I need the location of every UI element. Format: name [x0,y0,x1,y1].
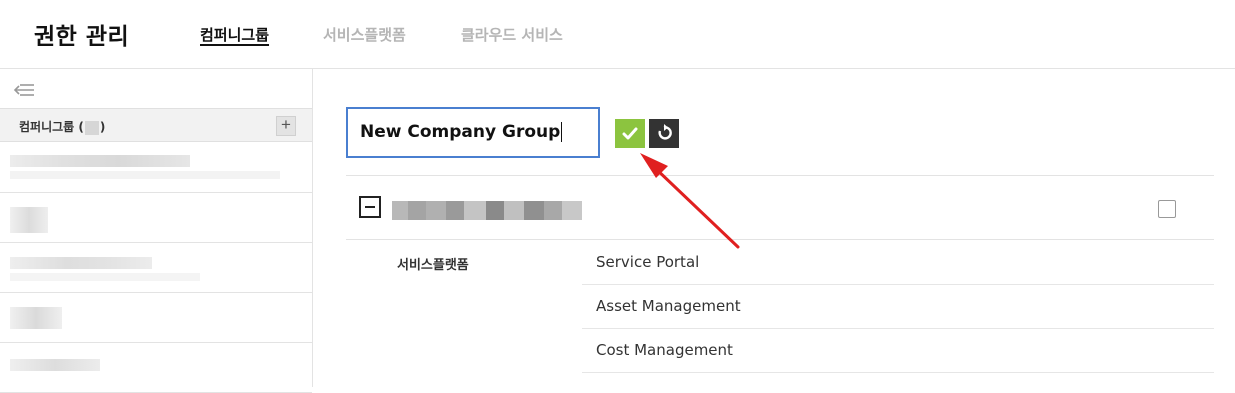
name-input-value: New Company Group [360,122,561,142]
blurred-text [10,307,62,329]
header-label-text: 컴퍼니그룹 ( [19,120,84,134]
collapse-sidebar-button[interactable] [12,81,36,99]
check-icon [622,127,638,140]
blurred-group-name [392,201,582,220]
refresh-icon [658,124,672,140]
company-group-header: 컴퍼니그룹 () + [0,108,312,142]
blurred-count [84,120,99,135]
reset-button[interactable] [649,119,679,148]
sidebar-item[interactable] [0,243,312,293]
divider [582,372,1214,373]
sidebar-item[interactable] [0,343,312,393]
blurred-text [10,171,280,179]
sidebar-item[interactable] [0,143,312,193]
group-checkbox[interactable] [1158,200,1176,218]
sidebar-item[interactable] [0,293,312,343]
divider [346,239,1214,240]
top-bar: 권한 관리 컴퍼니그룹 서비스플랫폼 클라우드 서비스 [0,0,1235,69]
blurred-text [10,207,48,233]
page-title: 권한 관리 [34,24,130,50]
company-group-name-input[interactable]: New Company Group [346,107,600,158]
text-caret [561,122,563,142]
blurred-text [10,359,100,371]
main-panel: New Company Group 서비스플랫폼 Service Portal … [314,69,1235,387]
tab-company-group[interactable]: 컴퍼니그룹 [200,24,269,45]
service-item[interactable]: Cost Management [596,341,733,359]
blurred-text [10,257,152,269]
service-item[interactable]: Asset Management [596,297,741,315]
confirm-button[interactable] [615,119,645,148]
collapse-left-icon [13,84,34,96]
tab-cloud-service[interactable]: 클라우드 서비스 [461,24,563,45]
collapse-group-button[interactable] [359,196,381,218]
add-company-group-button[interactable]: + [276,116,296,136]
company-group-header-label: 컴퍼니그룹 () [19,118,105,135]
tab-service-platform[interactable]: 서비스플랫폼 [323,24,406,45]
header-label-close: ) [99,120,106,134]
service-platform-label: 서비스플랫폼 [397,258,469,273]
divider [346,175,1214,176]
service-item[interactable]: Service Portal [596,253,699,271]
divider [582,328,1214,329]
blurred-text [10,273,200,281]
sidebar: 컴퍼니그룹 () + [0,69,313,393]
sidebar-item[interactable] [0,193,312,243]
divider [582,284,1214,285]
blurred-text [10,155,190,167]
